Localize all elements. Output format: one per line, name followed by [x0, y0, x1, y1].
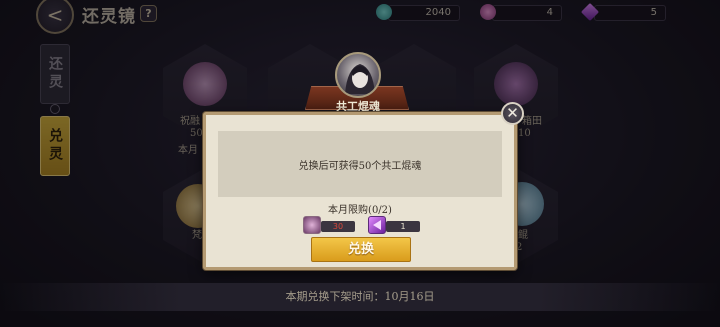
character-avatar — [335, 52, 381, 98]
character-fragment-icon — [303, 216, 321, 234]
exchange-deadline-bar: 本期兑换下架时间：10月16日 — [0, 283, 720, 311]
price-fragment-value: 30 — [321, 221, 355, 232]
exchange-deadline-text: 本期兑换下架时间：10月16日 — [285, 290, 435, 303]
close-icon[interactable]: ✕ — [501, 102, 524, 125]
purple-crystal-icon — [368, 216, 386, 234]
price-crystal-value: 1 — [386, 221, 420, 232]
monthly-limit-text: 本月限购(0/2) — [328, 205, 392, 216]
exchange-info-text: 兑换后可获得50个共工焜魂 — [298, 160, 422, 172]
exchange-dialog: 兑换后可获得50个共工焜魂 本月限购(0/2) 30 1 兑换 — [203, 112, 517, 270]
exchange-button[interactable]: 兑换 — [311, 237, 411, 262]
exchange-info-panel: 兑换后可获得50个共工焜魂 — [218, 131, 502, 197]
